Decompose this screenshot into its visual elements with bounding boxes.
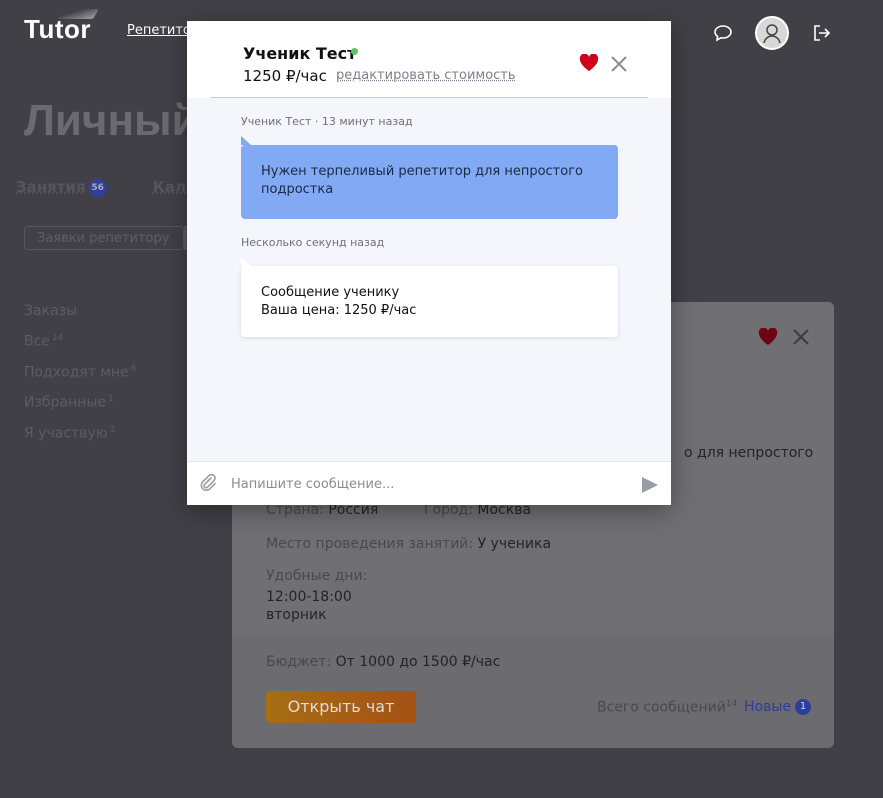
chat-bubble-icon[interactable]: [709, 19, 737, 47]
new-messages-label: Новые: [744, 699, 792, 715]
outgoing-message-line1: Сообщение ученику: [261, 285, 400, 300]
total-messages-label: Всего сообщений: [597, 699, 726, 716]
paperclip-icon[interactable]: [198, 473, 218, 497]
new-messages-badge: 1: [795, 699, 812, 715]
favorite-heart-icon[interactable]: [579, 53, 599, 76]
card-heart-icon[interactable]: [758, 327, 778, 350]
page-title: Личный: [24, 96, 199, 145]
close-icon[interactable]: [610, 55, 628, 77]
outgoing-message-line2: Ваша цена: 1250 ₽/час: [261, 303, 417, 318]
chat-modal: Ученик Тест 1250 ₽/час редактировать сто…: [187, 21, 671, 505]
total-messages-count: 14: [725, 699, 738, 709]
filter-participating-label: Я участвую: [24, 425, 108, 442]
open-chat-button[interactable]: Открыть чат: [266, 691, 416, 723]
tutor-requests-button[interactable]: Заявки репетитору: [24, 226, 184, 250]
filter-all-label: Все: [24, 333, 50, 350]
logout-icon[interactable]: [807, 19, 835, 47]
tab-lessons-label: Занятия: [16, 178, 86, 196]
filter-matching-count: 6: [130, 363, 137, 374]
card-close-icon[interactable]: [792, 328, 810, 350]
message-meta-incoming: Ученик Тест · 13 минут назад: [241, 115, 413, 128]
filter-participating[interactable]: Я участвую 3: [24, 417, 136, 448]
tab-lessons[interactable]: Занятия 56: [16, 178, 107, 197]
filter-all-count: 14: [51, 333, 64, 343]
filter-participating-count: 3: [109, 424, 116, 435]
filter-favorites[interactable]: Избранные 1: [24, 386, 136, 417]
lesson-price: 1250 ₽/час: [243, 67, 327, 85]
filter-favorites-count: 1: [108, 394, 114, 405]
new-messages-link[interactable]: Новые 1: [744, 699, 812, 715]
peer-name: Ученик Тест: [243, 44, 357, 63]
days-time: 12:00-18:00: [266, 589, 352, 605]
budget-value: От 1000 до 1500 ₽/час: [335, 654, 501, 670]
card-description-tail: о для непростого: [684, 445, 814, 461]
filter-matching[interactable]: Подходят мне 6: [24, 356, 136, 387]
online-status-dot: [351, 48, 358, 55]
lessons-count-badge: 56: [88, 178, 107, 197]
message-composer: [187, 461, 671, 505]
send-icon[interactable]: [641, 476, 659, 498]
orders-filter-list: Заказы Все 14 Подходят мне 6 Избранные 1 Я …: [24, 298, 136, 448]
incoming-message-bubble: Нужен терпеливый репетитор для непростог…: [241, 136, 618, 219]
days-day: вторник: [266, 607, 327, 623]
outgoing-message-bubble: Сообщение ученику Ваша цена: 1250 ₽/час: [241, 258, 618, 337]
header-icons: [709, 16, 835, 50]
budget-label: Бюджет:: [266, 654, 332, 670]
message-input[interactable]: [229, 471, 623, 497]
days-label: Удобные дни:: [266, 568, 368, 584]
place-label: Место проведения занятий:: [266, 536, 474, 552]
tabs: Занятия 56 Кале: [16, 178, 196, 197]
filter-all[interactable]: Все 14: [24, 325, 136, 356]
message-meta-outgoing: Несколько секунд назад: [241, 236, 385, 249]
logo-mark: [57, 9, 99, 19]
orders-heading: Заказы: [24, 303, 78, 319]
place-value: У ученика: [477, 536, 552, 552]
header-divider: [210, 97, 648, 98]
edit-price-link[interactable]: редактировать стоимость: [336, 68, 516, 83]
filter-favorites-label: Избранные: [24, 394, 106, 411]
avatar[interactable]: [755, 16, 789, 50]
filter-matching-label: Подходят мне: [24, 364, 129, 381]
